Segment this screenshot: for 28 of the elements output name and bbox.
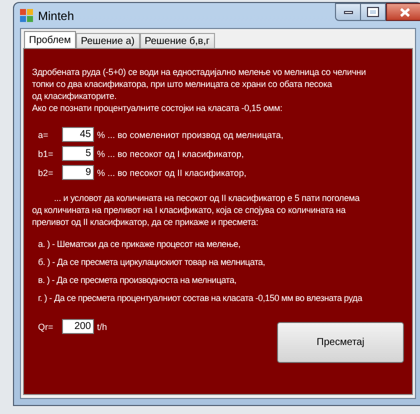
maximize-button[interactable] bbox=[361, 3, 386, 21]
input-field[interactable]: 45 bbox=[62, 127, 94, 142]
app-icon bbox=[20, 9, 33, 22]
tab[interactable]: Проблем bbox=[24, 31, 76, 48]
task-text: б. ) - Да се пресмета циркулацискиот товар на мелницата, bbox=[38, 256, 266, 268]
field-description: % ... во сомелениот производ од мелницата, bbox=[97, 128, 284, 140]
unit-label: t/h bbox=[97, 320, 108, 332]
input-field[interactable]: 9 bbox=[62, 165, 94, 180]
task-text: г. ) - Да се пресмета процентуалниот состав на класата -0,150 мм во влезната руда bbox=[38, 292, 364, 304]
field-label: b1= bbox=[38, 148, 54, 160]
tab[interactable]: Решение б,в,г bbox=[140, 33, 215, 48]
tab[interactable]: Решение а) bbox=[76, 33, 140, 48]
task-text: в. ) - Да се пресмета производноста на мелницата, bbox=[38, 274, 238, 286]
field-label: Qr= bbox=[38, 320, 54, 332]
window-title: Minteh bbox=[38, 8, 74, 24]
intro-text: Здробената руда (-5+0) се води на едностадијално мелење vo мелница со челични топки со два класификатора, при што мелницата се храни со обата песока од класификаторите. Ако се познати процентуалните состојки на класата -0,15 омм: bbox=[32, 66, 367, 114]
input-field[interactable]: 200 bbox=[62, 319, 94, 334]
field-label: b2= bbox=[38, 166, 54, 178]
field-description: % ... во песокот од II класификатор, bbox=[97, 166, 246, 178]
input-field[interactable]: 5 bbox=[62, 146, 94, 161]
condition-text: ... и условот да количината на песокот од II класификатор е 5 пати поголема од количината на преливот на I класификато, која се спојува со количината на преливот од II класификатор, да се прикаже и пресмета: bbox=[32, 192, 361, 228]
field-description: % ... во песокот од I класификатор, bbox=[97, 148, 244, 160]
close-button[interactable] bbox=[386, 3, 420, 21]
calculate-button[interactable]: Пресметај bbox=[277, 322, 404, 363]
task-text: а. ) - Шематски да се прикаже процесот на мелење, bbox=[38, 238, 242, 250]
field-label: a= bbox=[38, 128, 50, 140]
minimize-button[interactable] bbox=[335, 3, 361, 21]
close-icon bbox=[400, 8, 410, 16]
